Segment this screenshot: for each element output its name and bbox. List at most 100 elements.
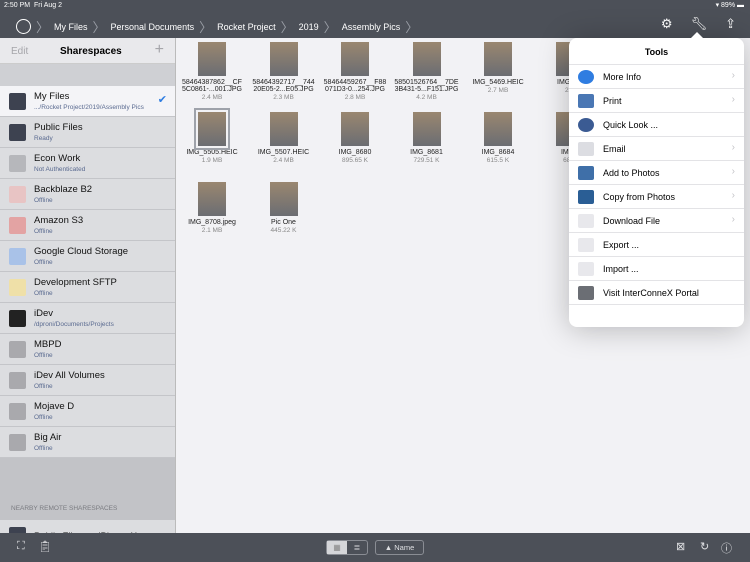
sharespace-item[interactable]: Big Air Offline — [0, 427, 175, 458]
menu-item[interactable]: Export ... — [569, 233, 744, 257]
chevron-right-icon: 〉 — [280, 20, 294, 35]
sharespace-status: Offline — [34, 414, 53, 421]
share-icon[interactable]: ⇪ — [725, 16, 736, 32]
file-thumbnail — [341, 112, 369, 146]
sharespace-status: Offline — [34, 383, 53, 390]
file-item[interactable]: IMG_8681 729.51 K — [391, 108, 463, 164]
menu-item[interactable]: Quick Look ... — [569, 113, 744, 137]
file-item[interactable]: IMG_8680 895.65 K — [319, 108, 391, 164]
menu-item[interactable]: Email › — [569, 137, 744, 161]
nearby-header: NEARBY REMOTE SHARESPACES — [11, 505, 118, 512]
sharespace-icon — [9, 341, 26, 358]
select-icon[interactable]: ⛶ — [17, 540, 25, 553]
sharespace-item[interactable]: Development SFTP Offline — [0, 272, 175, 303]
chevron-right-icon: › — [731, 70, 735, 81]
sharespace-item[interactable]: MBPD Offline — [0, 334, 175, 365]
sharespace-icon — [9, 310, 26, 327]
file-thumbnail — [269, 182, 298, 216]
menu-item-label: Visit InterConneX Portal — [603, 288, 699, 298]
sharespace-status: Offline — [34, 197, 53, 204]
refresh-icon[interactable]: ↻ — [700, 540, 709, 553]
file-name: 58464387862__CF 5C0861-...001.JPG — [182, 79, 242, 93]
sharespace-icon — [9, 93, 26, 110]
globe-icon[interactable] — [16, 19, 31, 34]
breadcrumb-item[interactable]: 2019 — [299, 22, 319, 32]
battery: ▾ 89% ▬ — [715, 2, 744, 9]
file-size: 2.8 MB — [344, 94, 366, 101]
sharespace-item[interactable]: iDev/dproni/Documents/Projects — [0, 303, 175, 334]
sort-button[interactable]: ▲ Name — [375, 540, 424, 555]
edit-button[interactable]: Edit — [11, 46, 28, 57]
tools-wrench-icon[interactable]: 🔧︎ — [691, 16, 708, 32]
menu-item[interactable]: Print › — [569, 89, 744, 113]
grid-view-button[interactable]: ▦ — [327, 541, 347, 554]
file-thumbnail — [412, 112, 441, 146]
sidebar-title: Sharespaces — [60, 46, 122, 57]
sharespace-icon — [9, 434, 26, 451]
file-size: 4.2 MB — [416, 94, 437, 101]
file-size: 2.3 MB — [273, 94, 294, 101]
file-size: 615.5 K — [486, 157, 510, 164]
sharespace-status: Not Authenticated — [34, 166, 86, 173]
file-thumbnail — [269, 42, 298, 76]
menu-item[interactable]: Add to Photos › — [569, 161, 744, 185]
file-item[interactable]: Pic One 445.22 K — [248, 178, 320, 234]
clipboard-icon[interactable]: 📋︎ — [38, 540, 52, 553]
breadcrumb-item[interactable]: Rocket Project — [217, 22, 276, 32]
file-size: 1.9 MB — [201, 157, 223, 164]
file-item[interactable]: 58464459267__F88 071D3-0...254.JPG 2.8 MB — [319, 38, 391, 101]
sharespace-item[interactable]: iDev All Volumes Offline — [0, 365, 175, 396]
menu-item[interactable]: More Info › — [569, 65, 744, 89]
settings-gear-icon[interactable]: ⚙ — [661, 16, 673, 32]
sharespace-item[interactable]: Amazon S3 Offline — [0, 210, 175, 241]
export-icon — [578, 238, 594, 252]
sharespace-item[interactable]: Backblaze B2 Offline — [0, 179, 175, 210]
chevron-right-icon: › — [731, 94, 735, 105]
chevron-right-icon: 〉 — [405, 20, 419, 35]
menu-item[interactable]: Download File › — [569, 209, 744, 233]
file-size: 2.1 MB — [201, 227, 223, 234]
sharespace-name: Public Files — [34, 122, 83, 133]
file-item[interactable]: IMG_5505.HEIC 1.9 MB — [176, 108, 248, 164]
file-thumbnail — [269, 112, 298, 146]
sharespace-name: Econ Work — [34, 153, 81, 164]
import-icon — [578, 262, 594, 276]
info-icon — [578, 70, 594, 84]
file-item[interactable]: 58501526764__7DE 3B431-5...F151.JPG 4.2 M… — [391, 38, 463, 101]
menu-item[interactable]: Import ... — [569, 257, 744, 281]
file-item[interactable]: IMG_8708.jpeg 2.1 MB — [176, 178, 248, 234]
menu-item-label: Import ... — [603, 264, 639, 274]
file-item[interactable]: IMG_5469.HEIC 2.7 MB — [462, 38, 534, 94]
file-name: 58464392717__744 20E05-2...E05.JPG — [252, 79, 315, 93]
file-item[interactable]: IMG_8684 615.5 K — [462, 108, 534, 164]
list-view-button[interactable]: ≣ — [347, 541, 367, 554]
sharespace-item[interactable]: Econ Work Not Authenticated — [0, 148, 175, 179]
sharespace-item[interactable]: Google Cloud Storage Offline — [0, 241, 175, 272]
file-name: IMG_5505.HEIC — [186, 149, 238, 156]
file-thumbnail — [198, 42, 226, 76]
menu-item[interactable]: Visit InterConneX Portal — [569, 281, 744, 305]
sharespace-item[interactable]: Public Files Ready — [0, 117, 175, 148]
menu-item-label: Quick Look ... — [603, 120, 659, 130]
sharespace-status: Offline — [34, 259, 53, 266]
file-item[interactable]: 58464387862__CF 5C0861-...001.JPG 2.4 MB — [176, 38, 248, 101]
sharespace-name: Backblaze B2 — [34, 184, 93, 195]
breadcrumb-item[interactable]: Assembly Pics — [342, 22, 401, 32]
sharespace-status: Offline — [34, 228, 53, 235]
add-sharespace-button[interactable]: + — [155, 41, 164, 59]
file-item[interactable]: 58464392717__744 20E05-2...E05.JPG 2.3 MB — [248, 38, 320, 101]
chevron-right-icon: 〉 — [199, 20, 213, 35]
info-icon[interactable]: ⓘ — [721, 540, 732, 556]
chevron-right-icon: › — [731, 214, 735, 225]
menu-item[interactable]: Copy from Photos › — [569, 185, 744, 209]
deselect-icon[interactable]: ⊠ — [676, 540, 685, 553]
file-item[interactable]: IMG_5507.HEIC 2.4 MB — [248, 108, 320, 164]
sharespace-item[interactable]: My Files .../Rocket Project/2019/Assembly… — [0, 86, 175, 117]
bottom-toolbar: ⛶ 📋︎ ▦ ≣ ▲ Name ⊠ ↻ ⓘ — [0, 533, 750, 562]
sharespace-item[interactable]: Mojave D Offline — [0, 396, 175, 427]
breadcrumb-item[interactable]: Personal Documents — [111, 22, 195, 32]
view-mode-toggle: ▦ ≣ — [326, 540, 368, 555]
file-name: IMG_8680 — [338, 149, 372, 156]
file-name: IMG_5507.HEIC — [257, 149, 310, 156]
breadcrumb-item[interactable]: My Files — [54, 22, 88, 32]
